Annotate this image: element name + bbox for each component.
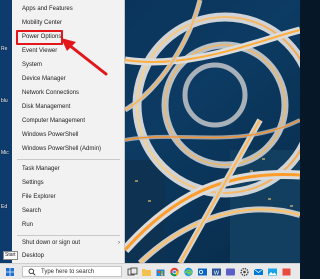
menu-item-mobility-center[interactable]: Mobility Center bbox=[12, 17, 124, 30]
menu-item-task-manager[interactable]: Task Manager bbox=[12, 163, 124, 176]
desktop-icon-label[interactable]: blu bbox=[1, 98, 8, 104]
menu-separator bbox=[17, 235, 120, 236]
menu-item-computer-management[interactable]: Computer Management bbox=[12, 115, 124, 128]
folder-icon[interactable] bbox=[141, 267, 152, 277]
menu-separator bbox=[17, 159, 120, 160]
menu-item-windows-powershell-admin[interactable]: Windows PowerShell (Admin) bbox=[12, 143, 124, 156]
menu-item-windows-powershell[interactable]: Windows PowerShell bbox=[12, 129, 124, 142]
menu-item-file-explorer[interactable]: File Explorer bbox=[12, 191, 124, 204]
desktop-icon-label[interactable]: Ed bbox=[1, 204, 7, 210]
menu-item-shut-down-or-sign-out[interactable]: Shut down or sign out › bbox=[12, 237, 124, 250]
mail-icon[interactable] bbox=[253, 267, 264, 277]
photos-icon[interactable] bbox=[267, 267, 278, 277]
menu-item-desktop[interactable]: Desktop bbox=[12, 250, 124, 263]
desktop-icon-label[interactable]: Mic bbox=[1, 150, 9, 156]
start-tooltip: Start bbox=[3, 251, 18, 260]
taskbar: Type here to search W bbox=[0, 263, 300, 279]
app-icon[interactable] bbox=[281, 267, 292, 277]
settings-gear-icon[interactable] bbox=[239, 267, 250, 277]
edge-icon[interactable] bbox=[183, 267, 194, 277]
windows-start-icon[interactable] bbox=[2, 267, 18, 277]
menu-item-disk-management[interactable]: Disk Management bbox=[12, 101, 124, 114]
menu-item-label: Shut down or sign out bbox=[22, 240, 81, 246]
power-options-highlight-box bbox=[16, 30, 63, 45]
menu-item-search[interactable]: Search bbox=[12, 205, 124, 218]
menu-item-settings[interactable]: Settings bbox=[12, 177, 124, 190]
desktop-icon-label[interactable]: Re bbox=[1, 46, 7, 52]
word-icon[interactable]: W bbox=[211, 267, 222, 277]
menu-item-network-connections[interactable]: Network Connections bbox=[12, 87, 124, 100]
teams-icon[interactable] bbox=[225, 267, 236, 277]
task-view-icon[interactable] bbox=[127, 267, 138, 277]
menu-item-run[interactable]: Run bbox=[12, 219, 124, 232]
search-icon bbox=[28, 268, 36, 276]
chrome-icon[interactable] bbox=[169, 267, 180, 277]
chevron-right-icon: › bbox=[118, 240, 120, 246]
taskbar-search-box[interactable]: Type here to search bbox=[22, 266, 122, 277]
outlook-icon[interactable] bbox=[197, 267, 208, 277]
desktop-icons-strip bbox=[0, 0, 12, 263]
search-placeholder: Type here to search bbox=[41, 269, 95, 275]
store-icon[interactable] bbox=[155, 267, 166, 277]
annotation-arrow-icon bbox=[61, 38, 108, 76]
menu-item-apps-and-features[interactable]: Apps and Features bbox=[12, 3, 124, 16]
svg-text:W: W bbox=[214, 270, 220, 276]
